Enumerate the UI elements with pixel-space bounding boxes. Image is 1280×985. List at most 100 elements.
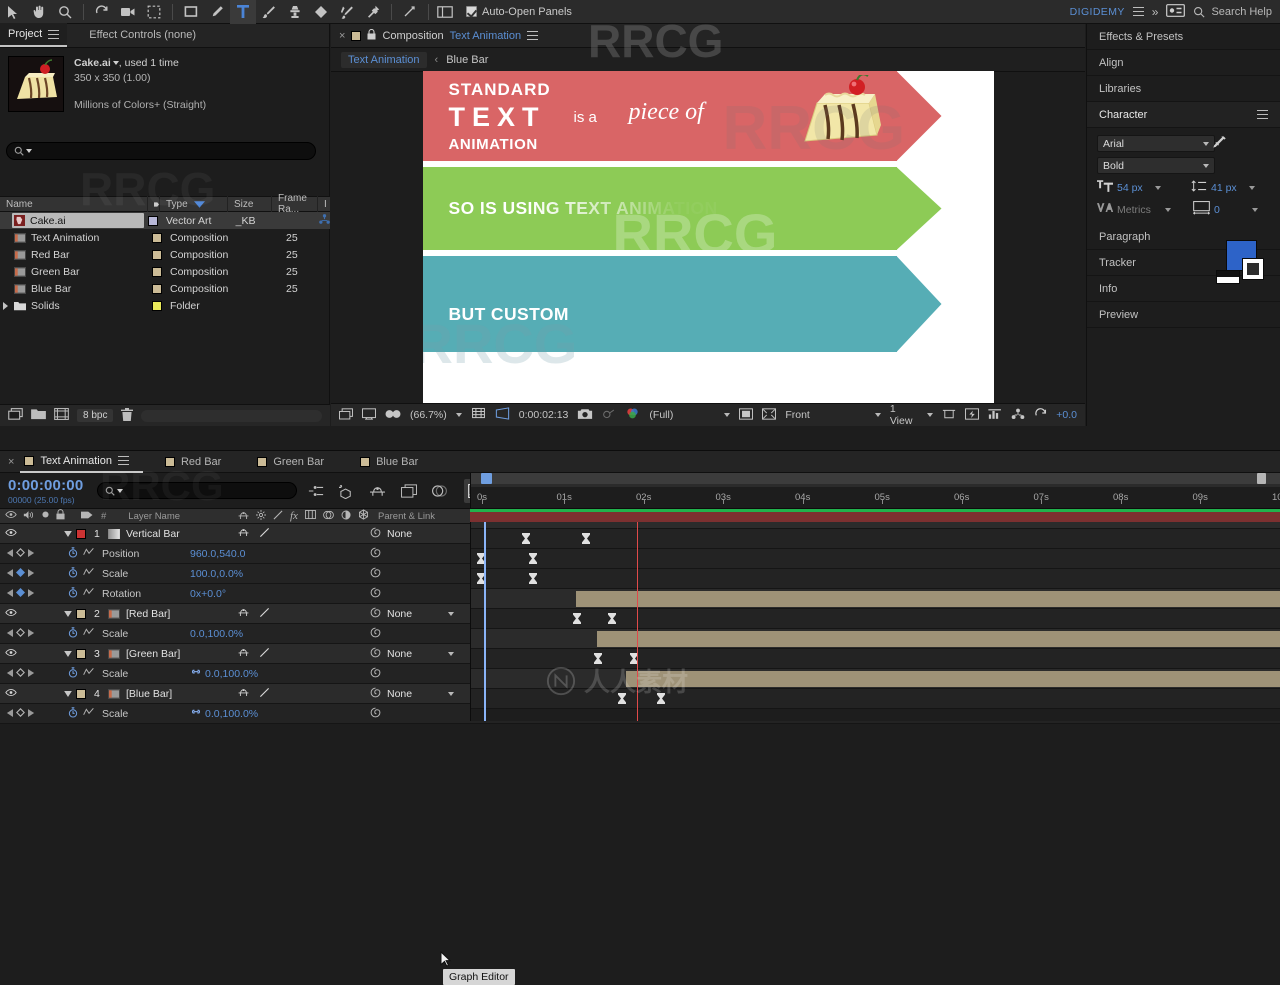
property-graph-icon[interactable] [83,707,94,721]
project-item-swatch[interactable] [152,266,162,277]
column-parent-link[interactable]: Parent & Link [378,511,435,522]
layer-duration-bar[interactable] [597,631,1280,647]
no-fill-swatch[interactable] [1216,270,1240,284]
kerning-dropdown-icon[interactable] [1165,207,1171,212]
property-value-cell[interactable]: 960.0,540.0 [190,548,245,560]
hand-tool[interactable] [26,0,52,24]
camera-tool[interactable] [115,0,141,24]
stopwatch-icon[interactable] [68,546,78,561]
motion-blur-switch-icon[interactable] [323,510,334,523]
col-name[interactable]: Name [0,196,148,212]
parent-dropdown-icon[interactable] [448,611,455,616]
lock-icon[interactable] [367,28,376,43]
eye-icon[interactable] [0,510,17,522]
tracking-dropdown-icon[interactable] [1252,207,1258,212]
renderer-icon[interactable] [1011,408,1025,423]
project-list-item[interactable]: Cake.ai Vector Art _KB [0,212,330,229]
layer-parent-value[interactable]: None [387,648,412,660]
keyframe-marker[interactable] [573,613,581,624]
auto-open-panels-toggle[interactable]: Auto-Open Panels [466,6,572,18]
project-list-item[interactable]: Solids Folder [0,297,330,314]
resolution-value[interactable]: (Full) [649,409,673,421]
timeline-tab-text-animation[interactable]: Text Animation [20,451,143,473]
keyframe-marker[interactable] [657,693,665,704]
search-help[interactable]: Search Help [1193,6,1272,18]
layer-name-cell[interactable]: Vertical Bar [108,528,180,540]
col-in[interactable]: I [318,196,330,212]
3d-glasses-icon[interactable] [385,408,401,423]
layer-shy-switch[interactable] [238,687,249,700]
timeline-layer-track[interactable] [471,629,1280,649]
stopwatch-icon[interactable] [68,586,78,601]
effects-switch-icon[interactable]: fx [290,510,298,522]
snapping-icon[interactable] [397,0,423,24]
collapse-switch-icon[interactable] [256,509,266,523]
property-value-cell[interactable]: 0.0,100.0% [190,628,243,640]
workspace-switch-icon[interactable] [1166,3,1186,20]
composition-stage[interactable]: STANDARD TEXT ANIMATION is a piece of SO… [331,71,1085,405]
exposure-value[interactable]: +0.0 [1056,409,1077,421]
keyframe-marker[interactable] [522,533,530,544]
layer-expand-triangle[interactable] [62,650,74,657]
solo-icon[interactable] [35,510,50,522]
property-pickwhip-icon[interactable] [370,667,381,681]
work-area-end-handle[interactable] [1257,473,1266,484]
project-list-item[interactable]: Text Animation Composition 25 [0,229,330,246]
layer-quality-switch[interactable] [259,527,270,541]
stopwatch-icon[interactable] [68,666,78,681]
layer-duration-bar[interactable] [576,591,1280,607]
timeline-property-track[interactable] [471,529,1280,549]
parent-pickwhip-icon[interactable] [370,647,381,661]
keyframe-marker[interactable] [608,613,616,624]
timeline-menu-icon[interactable] [117,456,129,465]
font-size-dropdown-icon[interactable] [1155,185,1161,190]
timeline-layer-track[interactable] [471,589,1280,609]
property-pickwhip-icon[interactable] [370,627,381,641]
keyframe-marker[interactable] [618,693,626,704]
resolution-dropdown-icon[interactable] [724,413,731,417]
region-interest-box-icon[interactable] [739,407,754,423]
timeline-property-track[interactable] [471,689,1280,709]
bit-depth-label[interactable]: 8 bpc [77,409,114,422]
reset-exposure-icon[interactable] [1034,407,1047,423]
selection-tool[interactable] [0,0,26,24]
prev-keyframe-icon[interactable] [6,708,13,720]
timeline-property-track[interactable] [471,569,1280,589]
frame-blend-switch-icon[interactable] [305,510,316,522]
keyframe-marker[interactable] [529,573,537,584]
layer-parent-value[interactable]: None [387,688,412,700]
zoom-tool[interactable] [52,0,78,24]
project-list-item[interactable]: Green Bar Composition 25 [0,263,330,280]
property-graph-icon[interactable] [83,587,94,601]
view-layout-value[interactable]: 1 View [890,403,918,427]
property-graph-icon[interactable] [83,547,94,561]
layer-visibility-toggle[interactable] [0,608,17,620]
auto-open-checkbox[interactable] [466,6,477,17]
prev-keyframe-icon[interactable] [6,548,13,560]
panel-character[interactable]: Character [1087,102,1280,128]
parent-dropdown-icon[interactable] [448,691,455,696]
property-graph-icon[interactable] [83,627,94,641]
work-area-bar[interactable] [471,473,1280,484]
snapshot-icon[interactable] [577,408,593,423]
prev-keyframe-icon[interactable] [6,588,13,600]
workspace-menu-icon[interactable] [1132,7,1144,16]
leading-dropdown-icon[interactable] [1249,185,1255,190]
clone-stamp-tool[interactable] [282,0,308,24]
delete-icon[interactable] [121,407,134,424]
col-framerate[interactable]: Frame Ra... [272,193,318,215]
property-pickwhip-icon[interactable] [370,547,381,561]
brush-tool[interactable] [256,0,282,24]
font-style-select[interactable]: Bold [1097,157,1215,174]
adjustment-switch-icon[interactable] [341,510,351,523]
breadcrumb-item-0[interactable]: Text Animation [341,51,427,68]
constrain-proportions-icon[interactable] [190,668,202,680]
composition-canvas[interactable]: STANDARD TEXT ANIMATION is a piece of SO… [422,71,994,405]
next-keyframe-icon[interactable] [28,708,35,720]
type-tool[interactable] [230,0,256,24]
workspace-name[interactable]: DIGIDEMY [1070,6,1125,18]
stopwatch-icon[interactable] [68,626,78,641]
label-column-icon[interactable] [65,510,93,523]
column-layer-name[interactable]: Layer Name [106,511,180,522]
puppet-pin-tool[interactable] [360,0,386,24]
